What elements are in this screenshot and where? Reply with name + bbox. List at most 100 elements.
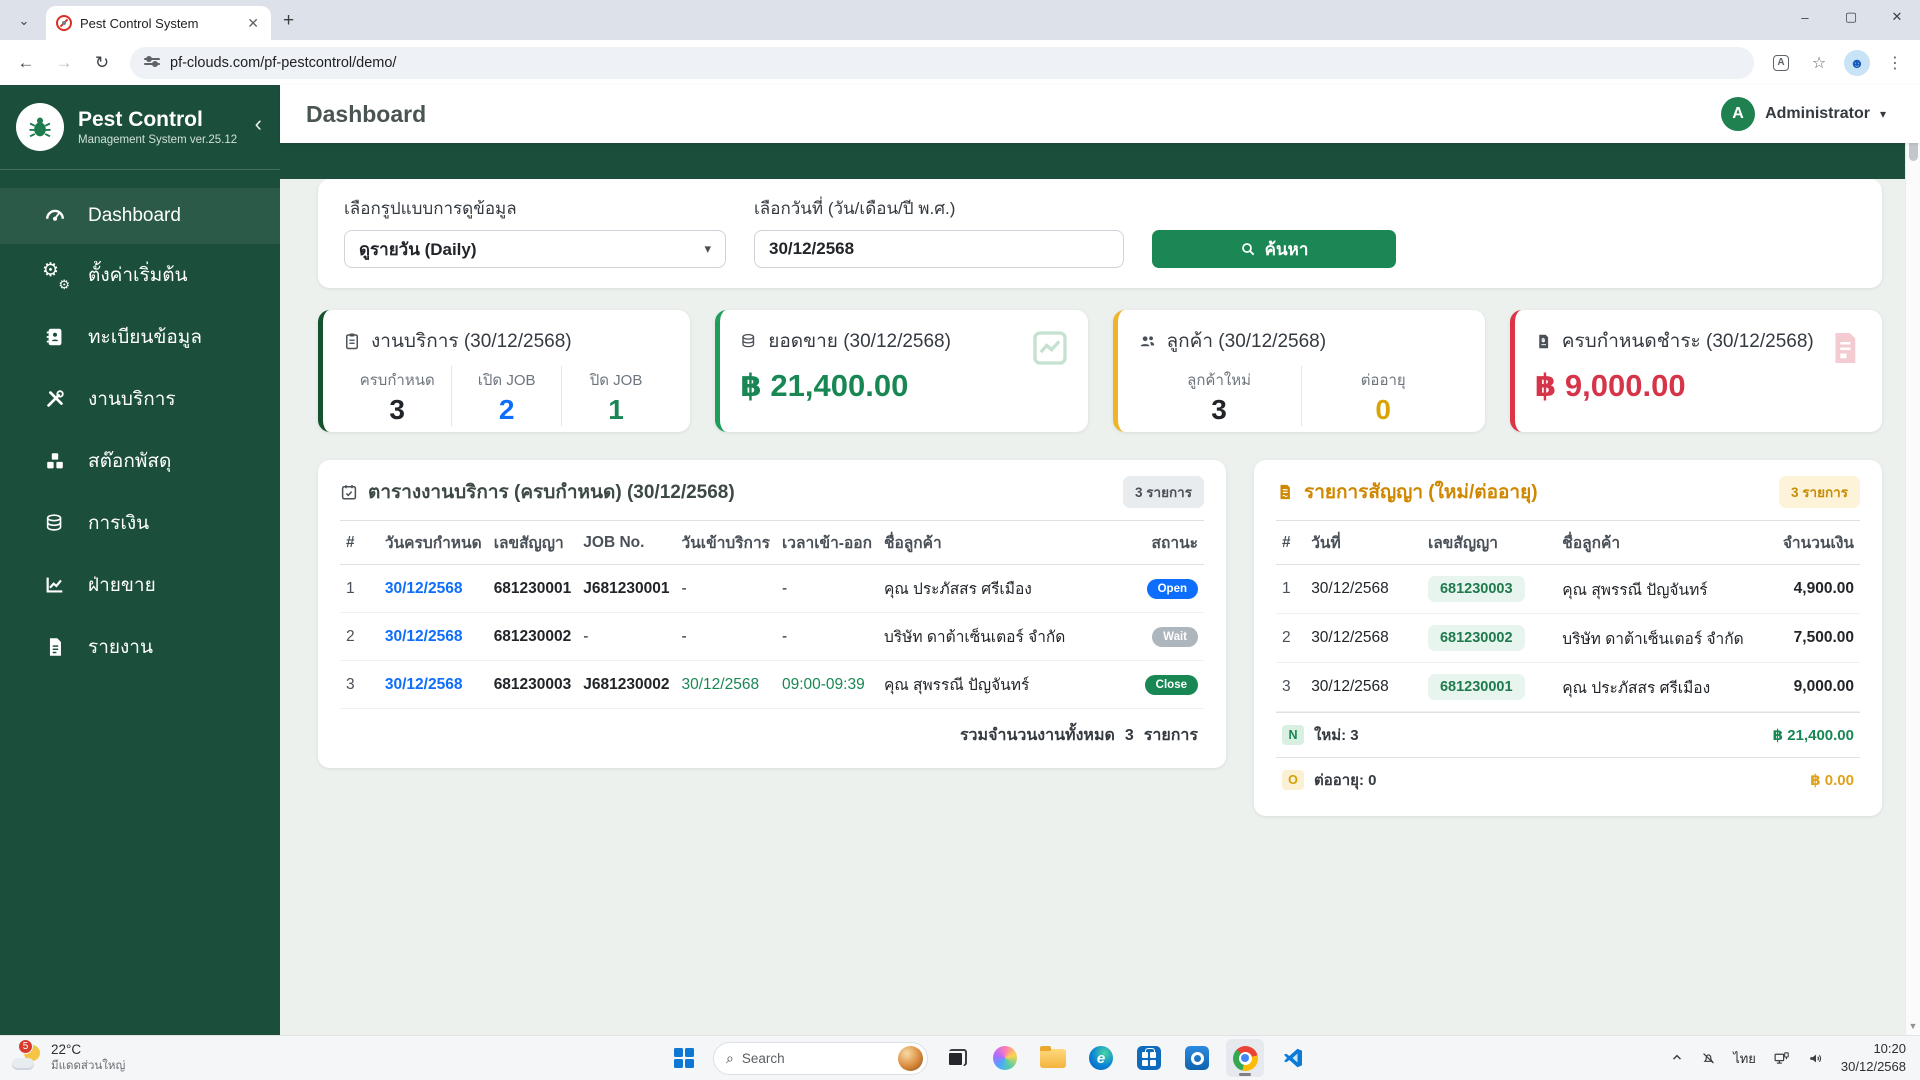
start-button[interactable]: [665, 1039, 703, 1077]
translate-icon[interactable]: A: [1766, 48, 1796, 78]
forward-button[interactable]: →: [48, 47, 80, 79]
address-bar[interactable]: pf-clouds.com/pf-pestcontrol/demo/: [130, 47, 1754, 79]
sidebar: Pest Control Management System ver.25.12…: [0, 85, 280, 1035]
col-header: #: [1276, 521, 1305, 565]
svg-text:฿: ฿: [1541, 337, 1545, 344]
chrome-button[interactable]: [1226, 1039, 1264, 1077]
col-header: #: [340, 521, 379, 565]
sidebar-item-initial-settings[interactable]: ⚙⚙ ตั้งค่าเริ่มต้น: [0, 244, 280, 306]
user-avatar: A: [1721, 97, 1755, 131]
vscode-button[interactable]: [1274, 1039, 1312, 1077]
search-button[interactable]: ค้นหา: [1152, 230, 1396, 268]
contract-no-badge[interactable]: 681230002: [1428, 625, 1525, 651]
table-row[interactable]: 2 30/12/2568 681230002 บริษัท ดาต้าเซ็นเ…: [1276, 614, 1860, 663]
sidebar-item-finance[interactable]: การเงิน: [0, 492, 280, 554]
contract-list-card: รายการสัญญา (ใหม่/ต่ออายุ) 3 รายการ # วั…: [1254, 460, 1882, 816]
browser-profile-avatar[interactable]: ☻: [1842, 48, 1872, 78]
coins-icon: [740, 332, 758, 350]
stat-label: เปิด JOB: [452, 368, 560, 392]
due-date-link[interactable]: 30/12/2568: [379, 661, 488, 709]
window-maximize-button[interactable]: ▢: [1828, 0, 1874, 34]
sidebar-item-data-registry[interactable]: ทะเบียนข้อมูล: [0, 306, 280, 368]
col-header: ชื่อลูกค้า: [878, 521, 1135, 565]
weather-widget[interactable]: 5 22°C มีแดดส่วนใหญ่: [0, 1042, 420, 1075]
outlook-icon: [1185, 1046, 1209, 1070]
customer-name: บริษัท ดาต้าเซ็นเตอร์ จำกัด: [1556, 614, 1766, 663]
sidebar-item-dashboard[interactable]: Dashboard: [0, 188, 280, 244]
view-mode-select[interactable]: ดูรายวัน (Daily) ▾: [344, 230, 726, 268]
browser-tab[interactable]: Pest Control System ✕: [46, 6, 271, 40]
summary-amount: ฿ 21,400.00: [1773, 726, 1854, 744]
contract-no-badge[interactable]: 681230001: [1428, 674, 1525, 700]
sidebar-item-label: ทะเบียนข้อมูล: [88, 322, 202, 352]
tab-search-icon[interactable]: ⌄: [10, 7, 38, 35]
service-table: # วันครบกำหนด เลขสัญญา JOB No. วันเข้าบร…: [340, 520, 1204, 709]
language-indicator[interactable]: ไทย: [1733, 1048, 1756, 1069]
table-row[interactable]: 3 30/12/2568 681230003 J681230002 30/12/…: [340, 661, 1204, 709]
store-icon: [1137, 1046, 1161, 1070]
sidebar-item-stock[interactable]: สต๊อกพัสดุ: [0, 430, 280, 492]
table-row[interactable]: 3 30/12/2568 681230001 คุณ ประภัสสร ศรีเ…: [1276, 663, 1860, 712]
taskbar-search-box[interactable]: ⌕ Search: [713, 1042, 928, 1075]
table-row[interactable]: 1 30/12/2568 681230003 คุณ สุพรรณี ปัญจั…: [1276, 565, 1860, 614]
sidebar-divider: [0, 169, 280, 170]
file-explorer-button[interactable]: [1034, 1039, 1072, 1077]
table-row[interactable]: 1 30/12/2568 681230001 J681230001 - - คุ…: [340, 565, 1204, 613]
new-tab-button[interactable]: +: [283, 10, 294, 32]
outlook-button[interactable]: [1178, 1039, 1216, 1077]
row-index: 1: [340, 565, 379, 613]
scroll-down-icon[interactable]: ▼: [1909, 1017, 1918, 1035]
do-not-disturb-icon[interactable]: [1700, 1050, 1717, 1067]
tray-chevron-up-icon[interactable]: [1670, 1051, 1684, 1065]
due-date-link[interactable]: 30/12/2568: [379, 613, 488, 661]
chrome-icon: [1233, 1046, 1258, 1071]
col-header: JOB No.: [577, 521, 675, 565]
summary-row-new: Nใหม่: 3 ฿ 21,400.00: [1276, 712, 1860, 757]
weather-temperature: 22°C: [51, 1042, 125, 1057]
col-header: เลขสัญญา: [488, 521, 578, 565]
stat-label: ต่ออายุ: [1302, 368, 1465, 392]
select-caret-icon: ▾: [704, 241, 711, 257]
sidebar-item-sales[interactable]: ฝ่ายขาย: [0, 554, 280, 616]
summary-row-renew: Oต่ออายุ: 0 ฿ 0.00: [1276, 757, 1860, 802]
task-view-button[interactable]: [938, 1039, 976, 1077]
table-row[interactable]: 2 30/12/2568 681230002 - - - บริษัท ดาต้…: [340, 613, 1204, 661]
customer-name: คุณ ประภัสสร ศรีเมือง: [878, 565, 1135, 613]
brand-subtitle: Management System ver.25.12: [78, 134, 237, 146]
pest-control-logo-icon: [16, 103, 64, 151]
page-scrollbar[interactable]: ▲ ▼: [1905, 85, 1920, 1035]
stat-value: 3: [343, 394, 451, 426]
date-input[interactable]: [754, 230, 1124, 268]
volume-icon[interactable]: [1807, 1050, 1825, 1067]
col-header: จำนวนเงิน: [1767, 521, 1860, 565]
network-icon[interactable]: [1772, 1050, 1791, 1067]
sidebar-collapse-icon[interactable]: ‹: [255, 111, 262, 137]
stat-label: ปิด JOB: [562, 368, 670, 392]
back-button[interactable]: ←: [10, 47, 42, 79]
notification-count-badge: 5: [18, 1039, 33, 1054]
window-close-button[interactable]: ✕: [1874, 0, 1920, 34]
user-menu[interactable]: A Administrator ▾: [1721, 97, 1886, 131]
brand-title: Pest Control: [78, 108, 237, 132]
new-tag-badge: N: [1282, 725, 1304, 745]
contract-no-badge[interactable]: 681230003: [1428, 576, 1525, 602]
sidebar-item-reports[interactable]: รายงาน: [0, 616, 280, 678]
site-settings-icon[interactable]: [144, 55, 160, 71]
microsoft-store-button[interactable]: [1130, 1039, 1168, 1077]
amount: 7,500.00: [1767, 614, 1860, 663]
customer-name: คุณ ประภัสสร ศรีเมือง: [1556, 663, 1766, 712]
stat-value: 3: [1138, 394, 1301, 426]
sidebar-item-service-jobs[interactable]: งานบริการ: [0, 368, 280, 430]
tab-close-icon[interactable]: ✕: [245, 15, 261, 32]
window-minimize-button[interactable]: –: [1782, 0, 1828, 34]
col-header: วันเข้าบริการ: [676, 521, 776, 565]
service-time: 09:00-09:39: [776, 661, 878, 709]
browser-menu-icon[interactable]: ⋮: [1880, 48, 1910, 78]
edge-button[interactable]: e: [1082, 1039, 1120, 1077]
record-count-badge: 3 รายการ: [1123, 476, 1204, 508]
copilot-button[interactable]: [986, 1039, 1024, 1077]
taskbar-clock[interactable]: 10:20 30/12/2568: [1841, 1040, 1906, 1075]
bookmark-star-icon[interactable]: ☆: [1804, 48, 1834, 78]
reload-button[interactable]: ↻: [86, 47, 118, 79]
due-date-link[interactable]: 30/12/2568: [379, 565, 488, 613]
